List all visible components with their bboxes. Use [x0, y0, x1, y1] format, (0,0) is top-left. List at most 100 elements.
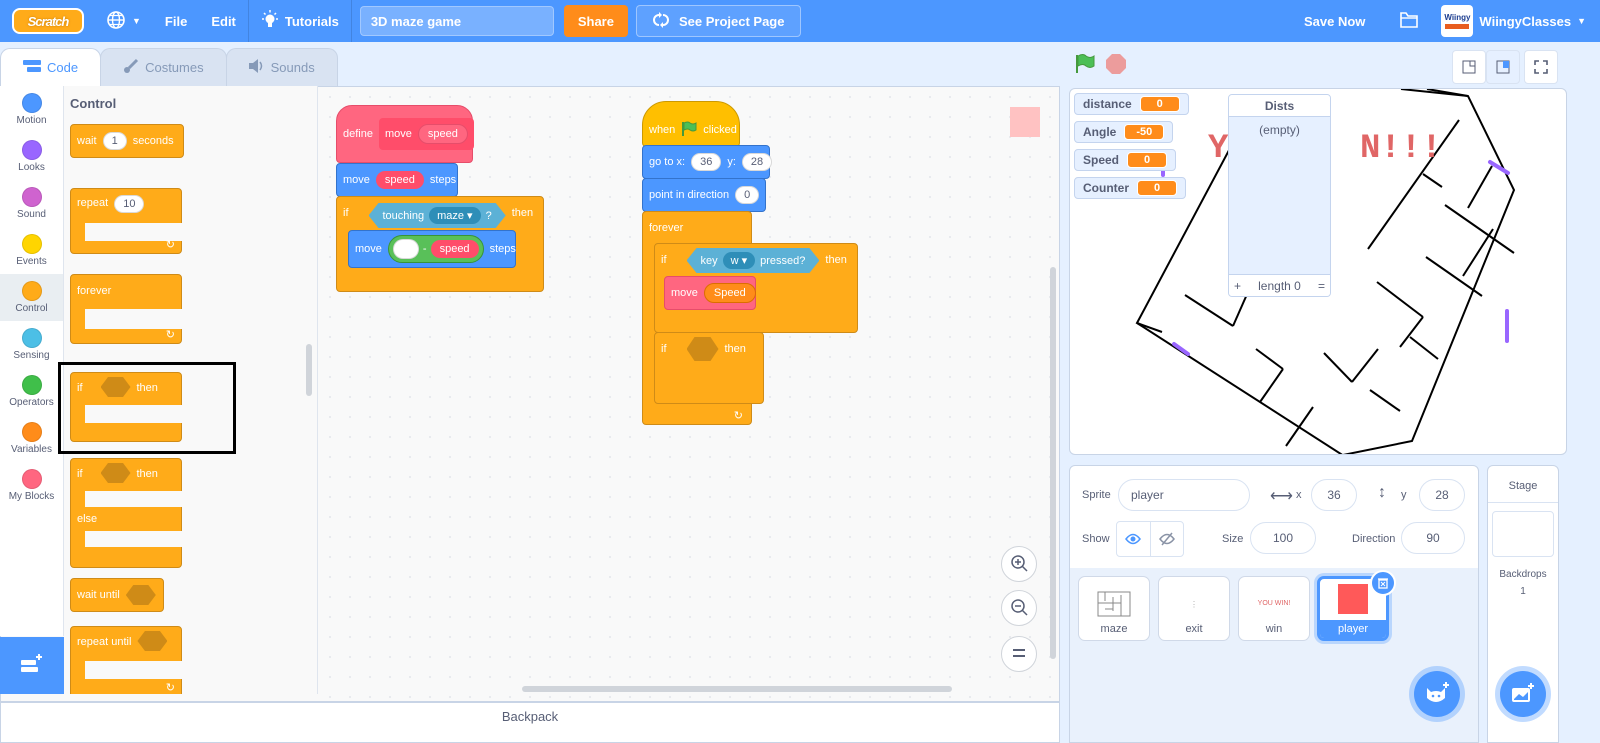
repeat-value-input[interactable]: 10 [114, 195, 145, 213]
block-text: when [649, 124, 676, 136]
language-menu[interactable]: ▼ [94, 0, 153, 42]
file-menu[interactable]: File [153, 0, 199, 42]
condition-slot[interactable] [100, 463, 131, 483]
key-dropdown[interactable]: w ▾ [723, 252, 756, 269]
key-pressed-block[interactable]: key w ▾ pressed? [687, 248, 820, 273]
normal-stage-button[interactable] [1486, 50, 1520, 84]
see-project-page-button[interactable]: See Project Page [635, 5, 802, 37]
condition-slot[interactable] [125, 585, 156, 605]
speed-param-reporter[interactable]: speed [417, 124, 468, 144]
zoom-reset-button[interactable] [1001, 636, 1037, 672]
wait-until-block[interactable]: wait until [70, 578, 164, 612]
backdrop-thumbnail[interactable] [1492, 511, 1554, 557]
block-text: touching [382, 209, 425, 222]
delete-sprite-button[interactable] [1370, 570, 1396, 596]
choose-backdrop-button[interactable] [1500, 671, 1546, 717]
if-then-else-block[interactable]: if then else [70, 458, 185, 568]
y-input[interactable]: 28 [741, 153, 773, 171]
category-events[interactable]: Events [0, 227, 63, 274]
condition-slot[interactable] [686, 337, 719, 361]
speed-param-reporter[interactable]: speed [375, 171, 424, 189]
speed-variable-reporter[interactable]: Speed [703, 283, 756, 303]
sprite-thumb-maze[interactable]: maze [1078, 576, 1150, 641]
subtract-left-input[interactable] [392, 239, 419, 259]
repeat-block[interactable]: repeat 10 ↻ [70, 188, 185, 254]
block-text: repeat until [77, 636, 132, 648]
edit-menu[interactable]: Edit [199, 0, 248, 42]
variable-monitor-distance: distance 0 [1074, 93, 1189, 115]
backdrops-count: 1 [1520, 586, 1526, 597]
move-steps-block[interactable]: move - speed steps [348, 230, 516, 268]
sprite-thumb-exit[interactable]: ⋮ exit [1158, 576, 1230, 641]
go-to-xy-block[interactable]: go to x: 36 y: 28 [642, 145, 773, 179]
category-motion[interactable]: Motion [0, 86, 63, 133]
define-block[interactable]: define move speed [336, 105, 474, 163]
x-input[interactable]: 36 [691, 153, 722, 171]
scratch-logo[interactable]: Scratch [12, 8, 84, 34]
category-my-blocks[interactable]: My Blocks [0, 462, 63, 509]
category-sensing[interactable]: Sensing [0, 321, 63, 368]
direction-input[interactable]: 90 [1401, 522, 1465, 554]
add-extension-button[interactable] [0, 637, 64, 694]
x-position-input[interactable]: 36 [1311, 479, 1357, 511]
zoom-in-button[interactable] [1001, 546, 1037, 582]
list-add-button[interactable]: + [1234, 279, 1241, 293]
stage-canvas[interactable]: Y N!!! distance 0 Angle -50 Speed 0 Counter… [1069, 88, 1567, 455]
script-vertical-scrollbar[interactable] [1050, 267, 1056, 659]
touching-block[interactable]: touching maze ▾ ? [369, 203, 506, 228]
repeat-until-block[interactable]: repeat until ↻ [70, 626, 185, 694]
block-text: point in direction [649, 189, 730, 201]
green-flag-icon [1076, 54, 1095, 73]
wait-seconds-block[interactable]: wait 1 seconds [70, 124, 184, 158]
when-flag-clicked-block[interactable]: when clicked [642, 101, 740, 147]
show-hidden-button[interactable] [1151, 522, 1184, 556]
if-then-block[interactable]: if then [654, 332, 764, 404]
save-now-button[interactable]: Save Now [1284, 0, 1385, 42]
move-custom-block[interactable]: move Speed [664, 276, 756, 310]
condition-slot[interactable] [137, 631, 168, 651]
tab-code[interactable]: Code [0, 48, 102, 86]
direction-input[interactable]: 0 [735, 186, 760, 204]
tutorials-button[interactable]: Tutorials [249, 0, 351, 42]
backpack[interactable]: Backpack [0, 702, 1060, 743]
small-stage-button[interactable] [1452, 50, 1486, 84]
category-operators[interactable]: Operators [0, 368, 63, 415]
forever-block[interactable]: forever ↻ [70, 274, 185, 344]
size-input[interactable]: 100 [1250, 522, 1316, 554]
project-title-input[interactable] [359, 6, 554, 36]
sprite-name: maze [1100, 623, 1128, 635]
sprite-name-label: Sprite [1082, 489, 1111, 501]
fullscreen-icon [1534, 60, 1548, 74]
move-steps-block[interactable]: move speed steps [336, 163, 458, 197]
wait-value-input[interactable]: 1 [102, 132, 127, 150]
green-flag-button[interactable] [1074, 53, 1096, 78]
script-horizontal-scrollbar[interactable] [522, 686, 952, 692]
tab-sounds[interactable]: Sounds [225, 48, 338, 86]
stop-button[interactable] [1106, 54, 1126, 77]
tab-costumes[interactable]: Costumes [100, 48, 227, 86]
category-looks[interactable]: Looks [0, 133, 63, 180]
script-area[interactable]: define move speed move speed steps if to… [320, 87, 1058, 701]
my-blocks-dot-icon [21, 469, 42, 489]
show-visible-button[interactable] [1117, 522, 1151, 556]
category-sound[interactable]: Sound [0, 180, 63, 227]
fullscreen-button[interactable] [1524, 50, 1558, 84]
zoom-out-button[interactable] [1001, 590, 1037, 626]
category-control[interactable]: Control [0, 274, 63, 321]
choose-sprite-button[interactable] [1414, 671, 1460, 717]
category-variables[interactable]: Variables [0, 415, 63, 462]
sprite-name-input[interactable]: player [1118, 479, 1250, 511]
block-text: y: [727, 156, 736, 168]
my-stuff-button[interactable] [1385, 0, 1433, 42]
share-button[interactable]: Share [563, 5, 628, 37]
palette-scrollbar[interactable] [306, 344, 312, 396]
y-position-input[interactable]: 28 [1419, 479, 1465, 511]
subtract-operator-block[interactable]: - speed [387, 235, 484, 263]
zoom-out-icon [1009, 597, 1029, 620]
sprite-thumb-win[interactable]: YOU WIN! win [1238, 576, 1310, 641]
touching-object-dropdown[interactable]: maze ▾ [429, 207, 480, 224]
speed-param-reporter[interactable]: speed [430, 240, 479, 258]
point-in-direction-block[interactable]: point in direction 0 [642, 178, 766, 212]
list-resize-handle[interactable]: = [1318, 279, 1325, 293]
account-menu[interactable]: Wiingy WiingyClasses ▼ [1433, 0, 1600, 42]
